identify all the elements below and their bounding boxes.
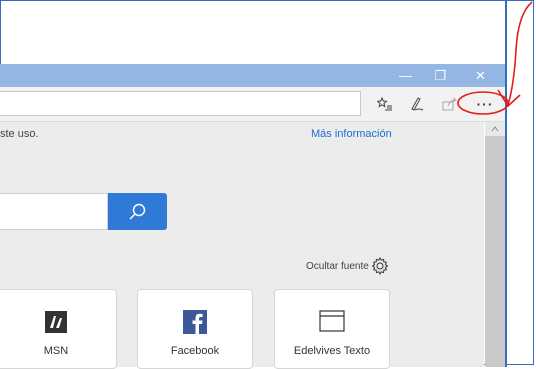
hide-feed-link[interactable]: Ocultar fuente — [306, 261, 369, 272]
search-input[interactable] — [0, 193, 108, 230]
maximize-button[interactable]: ❐ — [423, 64, 458, 87]
share-icon — [442, 97, 457, 111]
share-button[interactable] — [440, 94, 460, 114]
search-button[interactable] — [108, 193, 167, 230]
minimize-button[interactable]: — — [388, 64, 423, 87]
pen-icon — [411, 97, 424, 111]
close-button[interactable]: ✕ — [463, 64, 498, 87]
minimize-icon: — — [399, 68, 412, 83]
tile-label: Edelvives Texto — [293, 345, 371, 357]
tile-edelvives[interactable]: Edelvives Texto — [274, 289, 390, 369]
tile-label: Facebook — [170, 345, 220, 357]
scrollbar[interactable] — [485, 122, 505, 367]
navigation-bar: ··· — [0, 87, 505, 122]
scroll-up-arrow[interactable] — [485, 122, 505, 136]
notice-bar: ste uso. Más información — [0, 122, 484, 148]
web-note-button[interactable] — [407, 94, 427, 114]
window-icon — [319, 310, 345, 337]
close-icon: ✕ — [475, 67, 486, 83]
favorites-button[interactable] — [375, 94, 395, 114]
notice-text: ste uso. — [0, 128, 39, 140]
msn-icon — [44, 310, 68, 339]
maximize-icon: ❐ — [434, 67, 447, 83]
tile-facebook[interactable]: Facebook — [137, 289, 253, 369]
more-button[interactable]: ··· — [474, 94, 496, 114]
address-bar[interactable] — [0, 91, 361, 116]
chevron-up-icon — [491, 126, 499, 132]
facebook-icon — [183, 310, 207, 339]
tile-label: MSN — [43, 345, 69, 357]
favorites-list-icon — [377, 97, 392, 111]
more-info-link[interactable]: Más información — [311, 128, 392, 140]
more-icon: ··· — [476, 96, 494, 112]
gear-icon[interactable] — [371, 257, 389, 275]
title-bar: — ❐ ✕ — [0, 64, 505, 87]
search-icon — [128, 203, 145, 220]
tile-msn[interactable]: MSN — [0, 289, 117, 369]
